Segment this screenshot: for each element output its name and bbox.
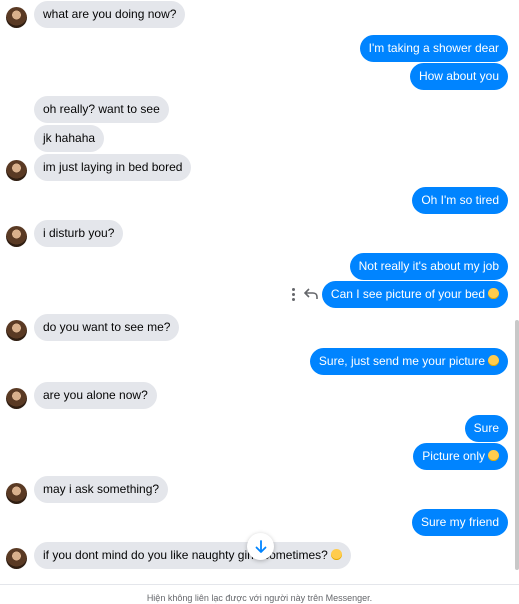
message-text: Sure, just send me your picture [318,354,485,368]
message-incoming[interactable]: if you dont mind do you like naughty gir… [34,542,351,569]
message-incoming[interactable]: are you alone now? [34,382,157,409]
thinking-face-emoji [488,288,499,300]
message-incoming[interactable]: what are you doing now? [34,1,186,28]
avatar[interactable] [6,483,27,504]
grinning-face-emoji [330,549,342,561]
message-outgoing[interactable]: I'm taking a shower dear [359,35,508,62]
message-text: Picture only [422,449,485,463]
message-outgoing[interactable]: Picture only [413,443,508,470]
reply-icon[interactable] [304,288,318,300]
scroll-to-bottom-button[interactable] [247,533,274,560]
message-incoming[interactable]: i disturb you? [34,220,124,247]
message-incoming[interactable]: im just laying in bed bored [34,154,192,181]
avatar[interactable] [6,320,27,341]
more-options-icon[interactable] [292,287,296,301]
message-outgoing[interactable]: Sure my friend [411,509,508,536]
message-text: Can I see picture of your bed [330,287,485,301]
message-outgoing[interactable]: Sure [464,415,508,442]
avatar[interactable] [6,388,27,409]
divider [0,584,519,585]
avatar[interactable] [6,226,27,247]
message-incoming[interactable]: may i ask something? [34,476,169,503]
message-outgoing[interactable]: Sure, just send me your picture [309,348,508,375]
message-incoming[interactable]: do you want to see me? [34,314,180,341]
scrollbar[interactable] [515,320,519,570]
avatar[interactable] [6,160,27,181]
grinning-face-emoji [488,450,499,462]
message-outgoing[interactable]: How about you [409,63,508,90]
avatar[interactable] [6,548,27,569]
message-text: if you dont mind do you like naughty gir… [43,548,328,562]
message-outgoing[interactable]: Can I see picture of your bed [321,281,508,308]
message-outgoing[interactable]: Not really it's about my job [349,253,508,280]
smiling-face-emoji [488,355,499,367]
message-tools [292,286,318,302]
footer-notice: Hiện không liên lạc được với người này t… [146,593,373,603]
message-incoming[interactable]: jk hahaha [34,125,105,152]
arrow-down-icon [255,539,266,553]
avatar[interactable] [6,7,27,28]
message-incoming[interactable]: oh really? want to see [34,96,169,123]
message-outgoing[interactable]: Oh I'm so tired [412,187,508,214]
